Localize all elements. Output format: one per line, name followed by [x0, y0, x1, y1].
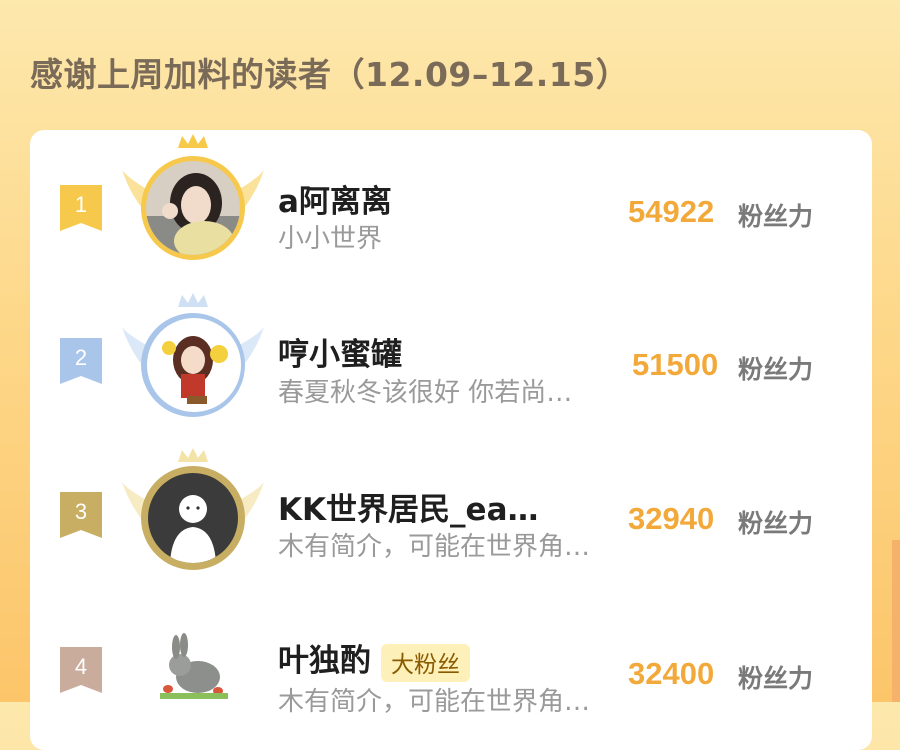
fan-power-score: 32400: [628, 656, 715, 691]
rank-flag: 1: [60, 185, 102, 231]
fan-power-unit: 粉丝力: [738, 509, 814, 538]
page-title: 感谢上周加料的读者（12.09–12.15）: [30, 55, 630, 94]
reader-ranking-list: 1 a阿离离 小小世界 54922 粉丝力 2 哼小蜜罐 春夏秋冬该很好 你若尚…: [30, 130, 872, 750]
avatar-photo: [146, 161, 240, 255]
avatar[interactable]: [118, 285, 268, 435]
avatar-photo: [147, 318, 241, 412]
reader-bio: 春夏秋冬该很好 你若尚…: [278, 378, 573, 408]
scrollbar-edge: [892, 540, 900, 702]
rank-flag: 4: [60, 647, 102, 693]
reader-bio: 小小世界: [278, 224, 383, 254]
fan-power-unit: 粉丝力: [738, 664, 814, 693]
list-item[interactable]: 4 叶独酌 大粉丝 木有简介，可能在世界角… 32400 粉丝力: [30, 595, 872, 745]
avatar[interactable]: [118, 440, 268, 590]
fan-power-unit: 粉丝力: [738, 202, 814, 231]
avatar[interactable]: [118, 595, 268, 745]
reader-name[interactable]: 哼小蜜罐: [278, 329, 402, 374]
reader-bio: 木有简介，可能在世界角…: [278, 687, 591, 717]
rank-flag: 2: [60, 338, 102, 384]
list-item[interactable]: 2 哼小蜜罐 春夏秋冬该很好 你若尚… 51500 粉丝力: [30, 285, 872, 435]
reader-name[interactable]: a阿离离: [278, 176, 392, 221]
reader-name[interactable]: 叶独酌 大粉丝: [278, 635, 470, 682]
big-fan-badge: 大粉丝: [381, 643, 470, 682]
fan-power-unit: 粉丝力: [738, 355, 814, 384]
rank-flag: 3: [60, 492, 102, 538]
reader-name[interactable]: KK世界居民_ea…: [278, 484, 539, 529]
fan-power-score: 54922: [628, 194, 715, 229]
fan-power-score: 51500: [632, 347, 719, 382]
avatar[interactable]: [118, 130, 268, 280]
reader-bio: 木有简介，可能在世界角…: [278, 532, 591, 562]
avatar-photo: [148, 473, 238, 563]
avatar-photo: [154, 625, 234, 705]
list-item[interactable]: 3 KK世界居民_ea… 木有简介，可能在世界角… 32940 粉丝力: [30, 440, 872, 590]
fan-power-score: 32940: [628, 501, 715, 536]
list-item[interactable]: 1 a阿离离 小小世界 54922 粉丝力: [30, 130, 872, 280]
